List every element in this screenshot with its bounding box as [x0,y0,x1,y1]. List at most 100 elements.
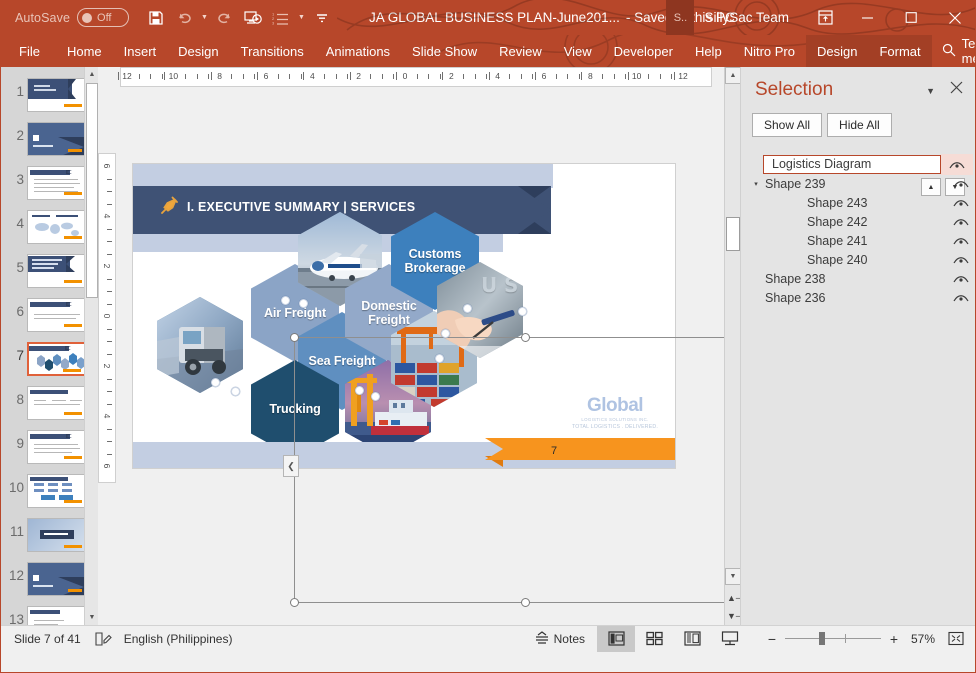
notes-button[interactable]: Notes [523,631,597,647]
ribbon-tab-nitro-pro[interactable]: Nitro Pro [733,35,806,67]
hide-all-button[interactable]: Hide All [827,113,892,137]
save-icon[interactable] [143,5,169,31]
shape-name[interactable]: Shape 239 [763,177,945,191]
visibility-toggle[interactable] [941,154,973,175]
tell-me-label: Tell me [962,36,976,66]
shape-row-242[interactable]: Shape 242 [741,212,976,231]
slide-show-button[interactable] [711,626,749,652]
shape-name[interactable]: Shape 242 [763,215,945,229]
visibility-toggle[interactable] [945,255,976,265]
zoom-in-button[interactable]: + [885,631,903,647]
scroll-down-icon[interactable]: ▼ [725,568,740,585]
ribbon-tab-file[interactable]: File [1,35,56,67]
ribbon-tab-slide-show[interactable]: Slide Show [401,35,488,67]
close-button[interactable] [933,0,976,35]
eye-icon [953,179,969,189]
visibility-toggle[interactable] [945,198,976,208]
list-icon[interactable]: 123 [268,5,294,31]
maximize-button[interactable] [889,0,933,35]
previous-slide-icon[interactable]: ▲─ [727,593,739,603]
vertical-ruler[interactable]: 6420246 [98,153,116,483]
shape-row-logistics-diagram[interactable]: Logistics Diagram [741,155,976,174]
previous-item-button[interactable]: ❮ [283,455,299,477]
ribbon-tab-view[interactable]: View [553,35,603,67]
start-presentation-icon[interactable] [240,5,266,31]
visibility-toggle[interactable] [945,236,976,246]
ribbon-display-options-icon[interactable] [805,0,845,35]
avatar[interactable]: S.. [666,0,694,35]
shape-name[interactable]: Shape 236 [763,291,945,305]
ribbon-tab-insert[interactable]: Insert [113,35,168,67]
chevron-down-icon[interactable]: ▼ [926,86,935,96]
list-dropdown-icon[interactable]: ▼ [296,14,307,21]
undo-dropdown-icon[interactable]: ▼ [199,14,210,21]
shape-row-241[interactable]: Shape 241 [741,231,976,250]
scroll-up-icon[interactable]: ▲ [725,67,740,84]
reading-view-button[interactable] [673,626,711,652]
zoom-level-label[interactable]: 57% [903,632,943,646]
ribbon-tab-design-contextual[interactable]: Design [806,35,868,67]
hex-truck-photo[interactable] [157,297,243,393]
shape-name[interactable]: Shape 243 [763,196,945,210]
visibility-toggle[interactable] [945,217,976,227]
shape-name-input[interactable]: Logistics Diagram [763,155,941,174]
logo-subtitle: LOGISTICS SOLUTIONS INC. [563,417,667,422]
customize-qat-icon[interactable] [309,5,335,31]
slide-counter[interactable]: Slide 7 of 41 [14,632,81,646]
shape-name[interactable]: Shape 241 [763,234,945,248]
redo-icon[interactable] [212,5,238,31]
visibility-toggle[interactable] [945,179,976,189]
tell-me-search[interactable]: Tell me [932,35,976,67]
fit-to-window-icon[interactable] [943,631,969,646]
ribbon-tab-home[interactable]: Home [56,35,113,67]
horizontal-ruler[interactable]: 12108642024681012 [120,67,712,87]
shape-row-243[interactable]: Shape 243 [741,193,976,212]
next-slide-icon[interactable]: ▼─ [727,611,739,621]
shape-row-238[interactable]: Shape 238 [741,269,976,288]
zoom-slider-track[interactable] [785,638,881,639]
close-icon[interactable] [950,81,963,98]
slide-thumbnail-pane[interactable]: 1 2 [1,67,98,625]
ribbon-tab-design[interactable]: Design [167,35,229,67]
visibility-toggle[interactable] [945,274,976,284]
ruler-tick [107,254,112,255]
slide-title[interactable]: I. EXECUTIVE SUMMARY | SERVICES [187,200,415,214]
zoom-slider-handle[interactable] [819,632,825,645]
ribbon-tab-format-contextual[interactable]: Format [868,35,931,67]
show-all-button[interactable]: Show All [752,113,822,137]
visibility-toggle[interactable] [945,293,976,303]
shape-row-239[interactable]: ▾ Shape 239 [741,174,976,193]
accessibility-check-icon[interactable] [95,632,112,646]
scroll-down-icon[interactable]: ▼ [85,610,98,625]
shape-row-236[interactable]: Shape 236 [741,288,976,307]
expand-triangle-icon[interactable]: ▾ [749,180,763,188]
minimize-button[interactable] [845,0,889,35]
shape-name[interactable]: Shape 238 [763,272,945,286]
slide-number: 9 [3,427,27,451]
ruler-tick [107,454,112,455]
ribbon-tab-review[interactable]: Review [488,35,553,67]
slide-canvas[interactable]: I. EXECUTIVE SUMMARY | SERVICES [132,163,676,469]
resize-handle-sw[interactable] [290,598,299,607]
scrollbar-thumb[interactable] [86,83,98,298]
autosave-toggle[interactable]: Off [77,8,129,27]
account-name[interactable]: SillySac Team [704,10,789,25]
slide-sorter-button[interactable] [635,626,673,652]
ruler-tick [303,72,304,80]
scrollbar-thumb[interactable] [726,217,740,251]
thumbnail-scrollbar[interactable]: ▲ ▼ [84,67,98,625]
ribbon-tab-animations[interactable]: Animations [315,35,401,67]
undo-icon[interactable] [171,5,197,31]
resize-handle-s[interactable] [521,598,530,607]
shape-name[interactable]: Shape 240 [763,253,945,267]
normal-view-button[interactable] [597,626,635,652]
slide-view-scrollbar[interactable]: ▲ ▼ ▲─ ▼─ [724,67,740,625]
ribbon-tab-developer[interactable]: Developer [603,35,684,67]
zoom-control[interactable]: − + 57% [763,631,943,647]
ribbon-tab-transitions[interactable]: Transitions [230,35,315,67]
zoom-out-button[interactable]: − [763,631,781,647]
ribbon-tab-help[interactable]: Help [684,35,733,67]
language-indicator[interactable]: English (Philippines) [124,632,233,646]
scroll-up-icon[interactable]: ▲ [85,67,98,82]
shape-row-240[interactable]: Shape 240 [741,250,976,269]
